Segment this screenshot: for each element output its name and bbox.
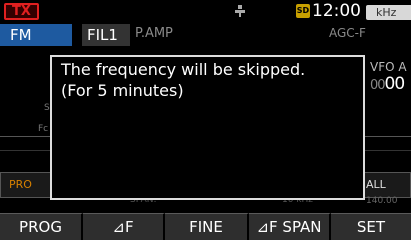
tx-indicator: TX [4,3,39,20]
s-meter-label: S [44,103,50,113]
prog-button[interactable]: PROG [0,213,83,240]
satellite-icon [235,5,245,17]
frequency-readout: 0000 [370,74,406,94]
center-freq-label: Fc [38,124,49,134]
sd-card-icon: SD [296,4,310,18]
delta-f-span-button[interactable]: ⊿F SPAN [249,213,331,240]
fine-button[interactable]: FINE [165,213,249,240]
frequency-digits-bright: 00 [384,74,406,94]
band-unit-badge: kHz [366,5,411,20]
frequency-digits-dim: 00 [370,78,386,93]
vfo-label: VFO A [370,60,407,74]
skip-message-dialog: The frequency will be skipped. (For 5 mi… [50,55,365,200]
agc-indicator: AGC-F [329,26,366,40]
clock: 12:00 [312,1,361,21]
prog-scan-button[interactable]: PRO [0,172,52,198]
delta-f-button[interactable]: ⊿F [83,213,165,240]
set-button[interactable]: SET [331,213,411,240]
status-bar: TX SD 12:00 kHz [0,0,411,22]
all-scan-button[interactable]: ALL [363,172,411,198]
scan-edge-value: 140.00 [366,196,398,206]
function-bar: PROG ⊿F FINE ⊿F SPAN SET [0,213,411,240]
filter-button[interactable]: FIL1 [82,24,130,46]
dialog-message: The frequency will be skipped. [61,60,306,79]
dialog-submessage: (For 5 minutes) [61,81,184,100]
preamp-indicator: P.AMP [135,26,173,41]
mode-button[interactable]: FM [0,24,72,46]
